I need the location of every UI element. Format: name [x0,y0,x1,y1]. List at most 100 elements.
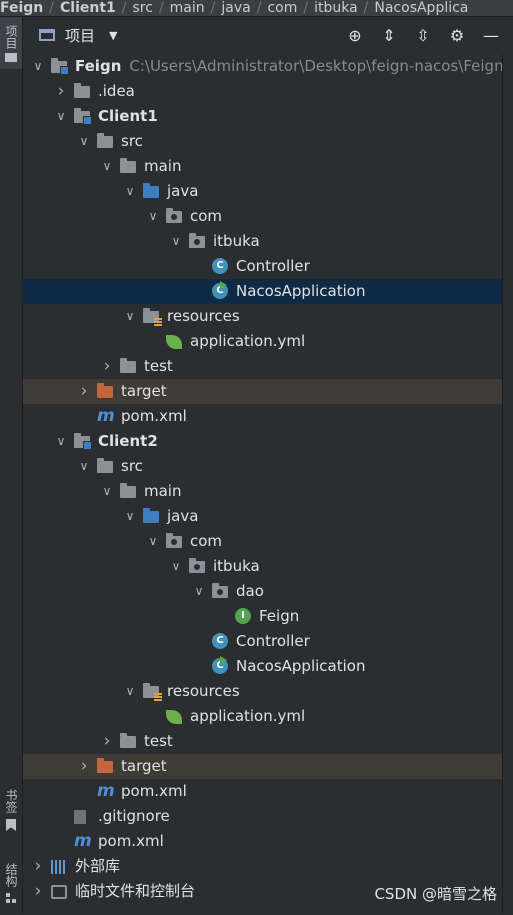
breadcrumb-separator: / [363,0,369,16]
tree-row[interactable]: ∨ java [23,179,502,204]
chevron-down-icon[interactable]: ∨ [123,179,137,204]
tree-row[interactable]: › target [23,379,502,404]
tree-item-label: Client2 [98,432,158,450]
tree-row[interactable]: ∨ main [23,154,502,179]
tree-row[interactable]: ∨ Client1 [23,104,502,129]
tree-row[interactable]: m pom.xml [23,779,502,804]
chevron-down-icon[interactable]: ∨ [192,579,206,604]
tree-item-label: resources [167,307,240,325]
package-icon [189,233,207,250]
tree-row[interactable]: I Feign [23,604,502,629]
tree-item-label: pom.xml [121,782,187,800]
chevron-down-icon[interactable]: ∨ [54,104,68,129]
gear-icon[interactable]: ⚙ [447,25,467,45]
tree-row[interactable]: ∨ src [23,454,502,479]
tree-row[interactable]: C NacosApplication [23,279,502,304]
structure-tool-button[interactable]: 结构 [0,863,22,915]
tree-row[interactable]: application.yml [23,704,502,729]
chevron-right-icon[interactable]: › [54,79,68,104]
breadcrumb-item[interactable]: src [133,0,153,16]
libraries-icon [51,858,69,875]
project-tab-label: 项目 [4,25,18,49]
locate-icon[interactable]: ⊕ [345,25,365,45]
class-icon: C [212,258,230,275]
chevron-down-icon[interactable]: ∨ [100,154,114,179]
maven-icon: m [97,406,115,426]
chevron-down-icon[interactable]: ∨ [100,479,114,504]
tree-row[interactable]: ∨ Client2 [23,429,502,454]
bookmarks-tool-button[interactable]: 书签 [0,789,22,841]
tree-row[interactable]: ∨ com [23,204,502,229]
spring-boot-class-icon: C [212,656,230,675]
chevron-down-icon[interactable]: ∨ [123,679,137,704]
chevron-down-icon[interactable]: ∨ [77,454,91,479]
package-icon [189,558,207,575]
tree-item-label: 外部库 [75,857,121,875]
folder-icon [120,158,138,175]
chevron-right-icon[interactable]: › [31,879,45,904]
tree-row[interactable]: ∨ resources [23,304,502,329]
bookmarks-tab-label: 书签 [4,789,18,813]
tree-item-label: src [121,457,143,475]
tree-item-label: target [121,382,167,400]
tree-row[interactable]: ∨ itbuka [23,229,502,254]
project-view-title[interactable]: 项目 [65,25,95,46]
tree-row[interactable]: ∨ Feign C:\Users\Administrator\Desktop\fei… [23,54,504,79]
chevron-down-icon[interactable]: ∨ [146,529,160,554]
collapse-icon[interactable]: ⇳ [413,25,433,45]
tree-row[interactable]: › test [23,729,502,754]
tree-row[interactable]: › 外部库 [23,854,502,879]
chevron-down-icon[interactable]: ∨ [146,204,160,229]
chevron-down-icon[interactable]: ∨ [123,504,137,529]
chevron-right-icon[interactable]: › [100,354,114,379]
breadcrumb-separator: / [121,0,127,16]
tree-row[interactable]: m pom.xml [23,829,502,854]
project-tool-button[interactable]: 项目 [0,17,22,69]
chevron-down-icon[interactable]: ∨ [77,129,91,154]
tree-item-label: java [167,182,199,200]
breadcrumb-item[interactable]: NacosApplica [374,0,468,16]
breadcrumb-item[interactable]: com [267,0,297,16]
hide-icon[interactable]: — [481,25,501,45]
tree-row[interactable]: C Controller [23,254,502,279]
tree-row[interactable]: › test [23,354,502,379]
tree-row[interactable]: ∨ com [23,529,502,554]
tree-row[interactable]: .gitignore [23,804,502,829]
project-tree: ∨ Feign C:\Users\Administrator\Desktop\fei… [23,54,504,904]
tree-row[interactable]: application.yml [23,329,502,354]
tree-row[interactable]: ∨ resources [23,679,502,704]
tree-row[interactable]: ∨ main [23,479,502,504]
chevron-right-icon[interactable]: › [100,729,114,754]
tree-item-label: .gitignore [98,807,170,825]
package-icon [166,533,184,550]
tree-row[interactable]: › .idea [23,79,502,104]
scratches-icon [51,883,69,900]
breadcrumb-item[interactable]: Feign [0,0,43,16]
chevron-down-icon[interactable]: ∨ [169,229,183,254]
expand-icon[interactable]: ⇕ [379,25,399,45]
chevron-down-icon[interactable]: ∨ [31,54,45,79]
chevron-down-icon[interactable]: ∨ [54,429,68,454]
chevron-down-icon[interactable]: ∨ [169,554,183,579]
breadcrumb-item[interactable]: Client1 [60,0,116,16]
breadcrumb-item[interactable]: itbuka [314,0,358,16]
project-toolbar: 项目 ▼ ⊕ ⇕ ⇳ ⚙ — [23,17,513,53]
chevron-right-icon[interactable]: › [31,854,45,879]
chevron-down-icon[interactable]: ▼ [109,29,117,42]
tree-row[interactable]: › target [23,754,502,779]
tree-row[interactable]: ∨ src [23,129,502,154]
breadcrumb-item[interactable]: main [170,0,205,16]
source-folder-icon [143,183,161,200]
tree-row[interactable]: ∨ itbuka [23,554,502,579]
tree-row[interactable]: C NacosApplication [23,654,502,679]
chevron-right-icon[interactable]: › [77,379,91,404]
chevron-right-icon[interactable]: › [77,754,91,779]
chevron-down-icon[interactable]: ∨ [123,304,137,329]
tree-row[interactable]: m pom.xml [23,404,502,429]
tree-item-label: pom.xml [121,407,187,425]
tree-row[interactable]: ∨ dao [23,579,502,604]
tree-item-label: Controller [236,257,310,275]
breadcrumb-item[interactable]: java [221,0,250,16]
tree-row[interactable]: C Controller [23,629,502,654]
tree-row[interactable]: ∨ java [23,504,502,529]
